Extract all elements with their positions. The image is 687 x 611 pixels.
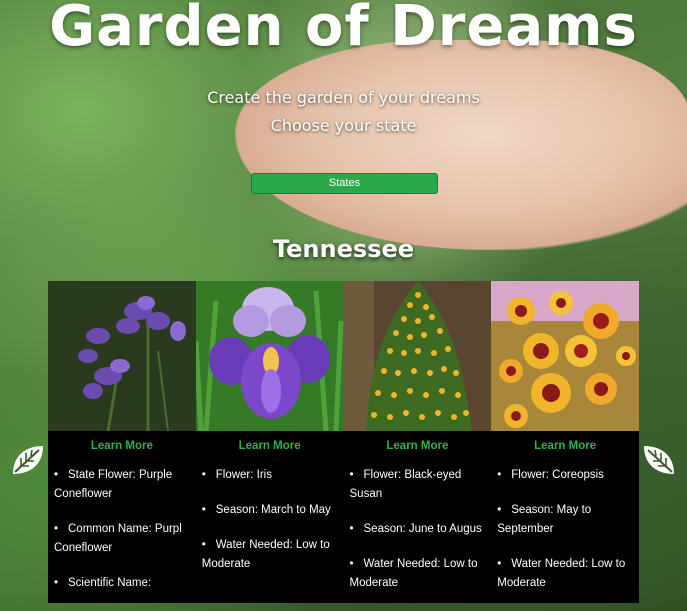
fact-item: • Scientific Name: xyxy=(54,577,152,589)
leaf-icon[interactable] xyxy=(9,442,47,478)
fact-item: • Flower: Iris xyxy=(201,469,272,481)
hand-background xyxy=(235,40,687,250)
site-title: Garden of Dreams xyxy=(49,0,638,59)
fact-item: • Season: May to September xyxy=(497,504,592,535)
flower-cards: Learn More • State Flower: Purple Coneflo… xyxy=(48,281,639,603)
learn-more-link[interactable]: Learn More xyxy=(491,440,639,452)
state-heading: Tennessee xyxy=(272,235,415,263)
states-button[interactable]: States xyxy=(251,173,438,194)
fact-item: • Flower: Coreopsis xyxy=(497,469,604,481)
learn-more-link[interactable]: Learn More xyxy=(196,440,344,452)
tagline: Create the garden of your dreams xyxy=(207,88,480,107)
fact-item: • Water Needed: Low to Moderate xyxy=(349,558,478,589)
fact-item: • Season: March to May xyxy=(201,504,331,516)
flower-image xyxy=(48,281,196,431)
fact-item: • Water Needed: Low to Moderate xyxy=(201,539,330,570)
flower-image xyxy=(491,281,639,431)
flower-image xyxy=(195,281,344,431)
learn-more-link[interactable]: Learn More xyxy=(344,440,492,452)
facts-list: • State Flower: Purple Coneflower • Common… xyxy=(48,466,196,593)
flower-card: Learn More • State Flower: Purple Coneflo… xyxy=(48,281,196,603)
leaf-icon[interactable] xyxy=(640,442,678,478)
flower-card: Learn More • Flower: Iris • Season: March … xyxy=(195,281,344,603)
choose-state-text: Choose your state xyxy=(270,116,417,135)
fact-item: • Common Name: Purpl Coneflower xyxy=(54,523,182,554)
facts-list: • Flower: Black-eyed Susan • Season: June … xyxy=(344,466,492,593)
flower-card: Learn More • Flower: Black-eyed Susan • Se… xyxy=(343,281,492,603)
facts-list: • Flower: Coreopsis • Season: May to Septe… xyxy=(491,466,639,593)
facts-list: • Flower: Iris • Season: March to May • Wat… xyxy=(196,466,344,574)
flower-card: Learn More • Flower: Coreopsis • Season: M… xyxy=(491,281,639,603)
learn-more-link[interactable]: Learn More xyxy=(48,440,196,452)
fact-item: • Season: June to Augus xyxy=(349,523,482,535)
fact-item: • Water Needed: Low to Moderate xyxy=(497,558,626,589)
fact-item: • State Flower: Purple Coneflower xyxy=(54,469,173,500)
flower-image xyxy=(343,281,492,431)
fact-item: • Flower: Black-eyed Susan xyxy=(349,469,462,500)
